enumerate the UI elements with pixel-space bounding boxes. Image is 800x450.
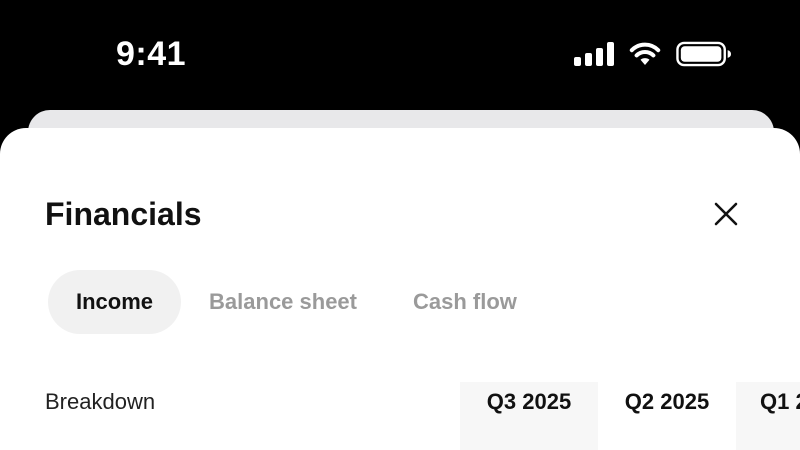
status-time: 9:41: [116, 35, 187, 73]
column-header-q1: Q1 2: [736, 382, 800, 450]
financials-tabs: Income Balance sheet Cash flow: [48, 270, 545, 334]
tab-cash-flow[interactable]: Cash flow: [385, 270, 545, 334]
breakdown-header: Breakdown: [45, 389, 156, 414]
tab-balance-sheet[interactable]: Balance sheet: [181, 270, 385, 334]
financials-sheet: Financials Income Balance sheet Cash flo…: [0, 128, 800, 450]
close-button[interactable]: [708, 196, 744, 232]
cellular-signal-icon: [574, 42, 614, 66]
screen: 9:41 Financials Income Balance sheet Cas…: [0, 0, 800, 450]
status-icons: [574, 40, 732, 68]
sheet-title: Financials: [45, 196, 202, 232]
wifi-icon: [629, 42, 661, 65]
tab-income[interactable]: Income: [48, 270, 182, 334]
column-header-q3-2025: Q3 2025: [460, 382, 598, 450]
column-header-q2-2025: Q2 2025: [624, 389, 710, 414]
battery-icon: [676, 41, 732, 67]
close-icon: [714, 202, 738, 226]
